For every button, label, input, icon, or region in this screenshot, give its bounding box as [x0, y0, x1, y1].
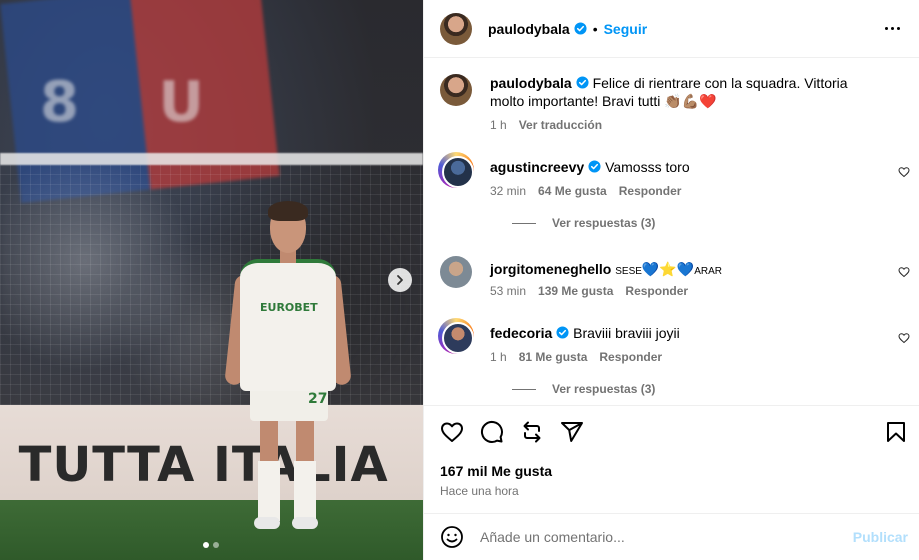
more-dot [896, 26, 900, 30]
comment-username[interactable]: jorgitomeneghello [490, 261, 611, 277]
goal-net [0, 165, 423, 405]
repost-icon[interactable] [520, 420, 544, 444]
post-media[interactable]: 8 U I TUTTA ITALIA 27 EUROBET [0, 0, 423, 560]
comment-text: Braviii braviii joyii [573, 325, 680, 341]
comment-username[interactable]: fedecoria [490, 325, 552, 341]
comment-username[interactable]: agustincreevy [490, 159, 584, 175]
share-icon[interactable] [560, 420, 584, 444]
shirt-number: 27 [308, 391, 328, 407]
reply-button[interactable]: Responder [619, 184, 682, 198]
comment-text: Vamosss toro [605, 159, 690, 175]
view-replies-label: Ver respuestas (3) [552, 216, 656, 230]
like-comment-icon[interactable] [898, 266, 910, 278]
more-options-button[interactable] [880, 18, 904, 38]
caption-emojis: 👏🏽💪🏽❤️ [664, 94, 717, 110]
carousel-dots [203, 542, 219, 548]
comment-input[interactable] [480, 529, 853, 545]
author-avatar[interactable] [440, 74, 472, 106]
author-avatar[interactable] [440, 12, 472, 45]
comment-meta: 1 h 81 Me gusta Responder [490, 350, 662, 364]
flag-letters: 8 U [40, 70, 234, 135]
comment-item: fedecoria Braviii braviii joyii 1 h 81 M… [438, 318, 910, 400]
post-time[interactable]: Hace una hora [440, 484, 519, 498]
publish-button[interactable]: Publicar [853, 529, 908, 545]
post-header: paulodybala • Seguir [424, 0, 919, 58]
comment-text-suffix: ARAR [694, 266, 723, 277]
like-comment-icon[interactable] [898, 166, 910, 178]
action-icons [440, 420, 584, 444]
bookmark-icon [887, 422, 905, 442]
caption-username[interactable]: paulodybala [490, 75, 572, 91]
translate-link[interactable]: Ver traducción [519, 118, 602, 132]
verified-badge-icon [588, 160, 601, 173]
post-actions: 167 mil Me gusta Hace una hora [424, 405, 919, 515]
author-username[interactable]: paulodybala [488, 21, 570, 37]
add-comment-bar: Publicar [424, 513, 919, 560]
emoji-picker-icon[interactable] [440, 525, 464, 549]
comment-body: jorgitomeneghello SESE💙⭐💙ARAR [490, 260, 880, 281]
comment-time[interactable]: 32 min [490, 184, 526, 198]
shirt-sponsor: EUROBET [260, 301, 318, 314]
comment-avatar[interactable] [438, 318, 474, 354]
caption-body: paulodybala Felice di rientrare con la s… [490, 74, 880, 111]
comment-text-prefix: SESE [615, 266, 642, 277]
more-dot [890, 26, 894, 30]
comment-likes[interactable]: 139 Me gusta [538, 284, 613, 298]
caption: paulodybala Felice di rientrare con la s… [440, 74, 910, 144]
comment-avatar[interactable] [438, 152, 474, 188]
verified-badge-icon [576, 76, 589, 89]
likes-count[interactable]: 167 mil Me gusta [440, 463, 552, 479]
comment-time[interactable]: 1 h [490, 350, 507, 364]
goal-crossbar [0, 153, 423, 165]
carousel-dot [213, 542, 219, 548]
chevron-right-icon [397, 275, 403, 285]
comment-likes[interactable]: 64 Me gusta [538, 184, 607, 198]
reply-button[interactable]: Responder [599, 350, 662, 364]
carousel-dot [203, 542, 209, 548]
comment-body: agustincreevy Vamosss toro [490, 158, 880, 176]
pitch [0, 500, 423, 560]
verified-badge-icon [556, 326, 569, 339]
separator-dot: • [592, 20, 598, 37]
caption-time[interactable]: 1 h [490, 118, 507, 132]
heart-icon[interactable] [440, 420, 464, 444]
comment-likes[interactable]: 81 Me gusta [519, 350, 588, 364]
comment-icon[interactable] [480, 420, 504, 444]
comment-meta: 53 min 139 Me gusta Responder [490, 284, 688, 298]
comment-body: fedecoria Braviii braviii joyii [490, 324, 880, 342]
player-shirt [240, 259, 336, 391]
comment-time[interactable]: 53 min [490, 284, 526, 298]
comment-item: agustincreevy Vamosss toro 32 min 64 Me … [438, 152, 910, 234]
comment-item: jorgitomeneghello SESE💙⭐💙ARAR 53 min 139… [440, 256, 910, 306]
caption-meta: 1 h Ver traducción [490, 118, 602, 132]
comments-list[interactable]: paulodybala Felice di rientrare con la s… [424, 58, 919, 405]
follow-button[interactable]: Seguir [604, 21, 648, 37]
comment-meta: 32 min 64 Me gusta Responder [490, 184, 681, 198]
verified-badge-icon [574, 22, 587, 35]
view-replies-button[interactable]: Ver respuestas (3) [512, 382, 655, 396]
post-viewer: 8 U I TUTTA ITALIA 27 EUROBET paulodybal… [0, 0, 919, 560]
reply-button[interactable]: Responder [625, 284, 688, 298]
comment-emojis: 💙⭐💙 [641, 262, 695, 278]
comment-avatar[interactable] [440, 256, 472, 288]
save-button[interactable] [884, 420, 908, 447]
player-figure: 27 EUROBET [224, 201, 352, 535]
next-slide-button[interactable] [388, 268, 412, 292]
more-dot [884, 26, 888, 30]
view-replies-label: Ver respuestas (3) [552, 382, 656, 396]
post-side-panel: paulodybala • Seguir paulodybala Felice … [423, 0, 919, 560]
replies-line [512, 388, 536, 390]
view-replies-button[interactable]: Ver respuestas (3) [512, 216, 655, 230]
replies-line [512, 222, 536, 224]
like-comment-icon[interactable] [898, 332, 910, 344]
